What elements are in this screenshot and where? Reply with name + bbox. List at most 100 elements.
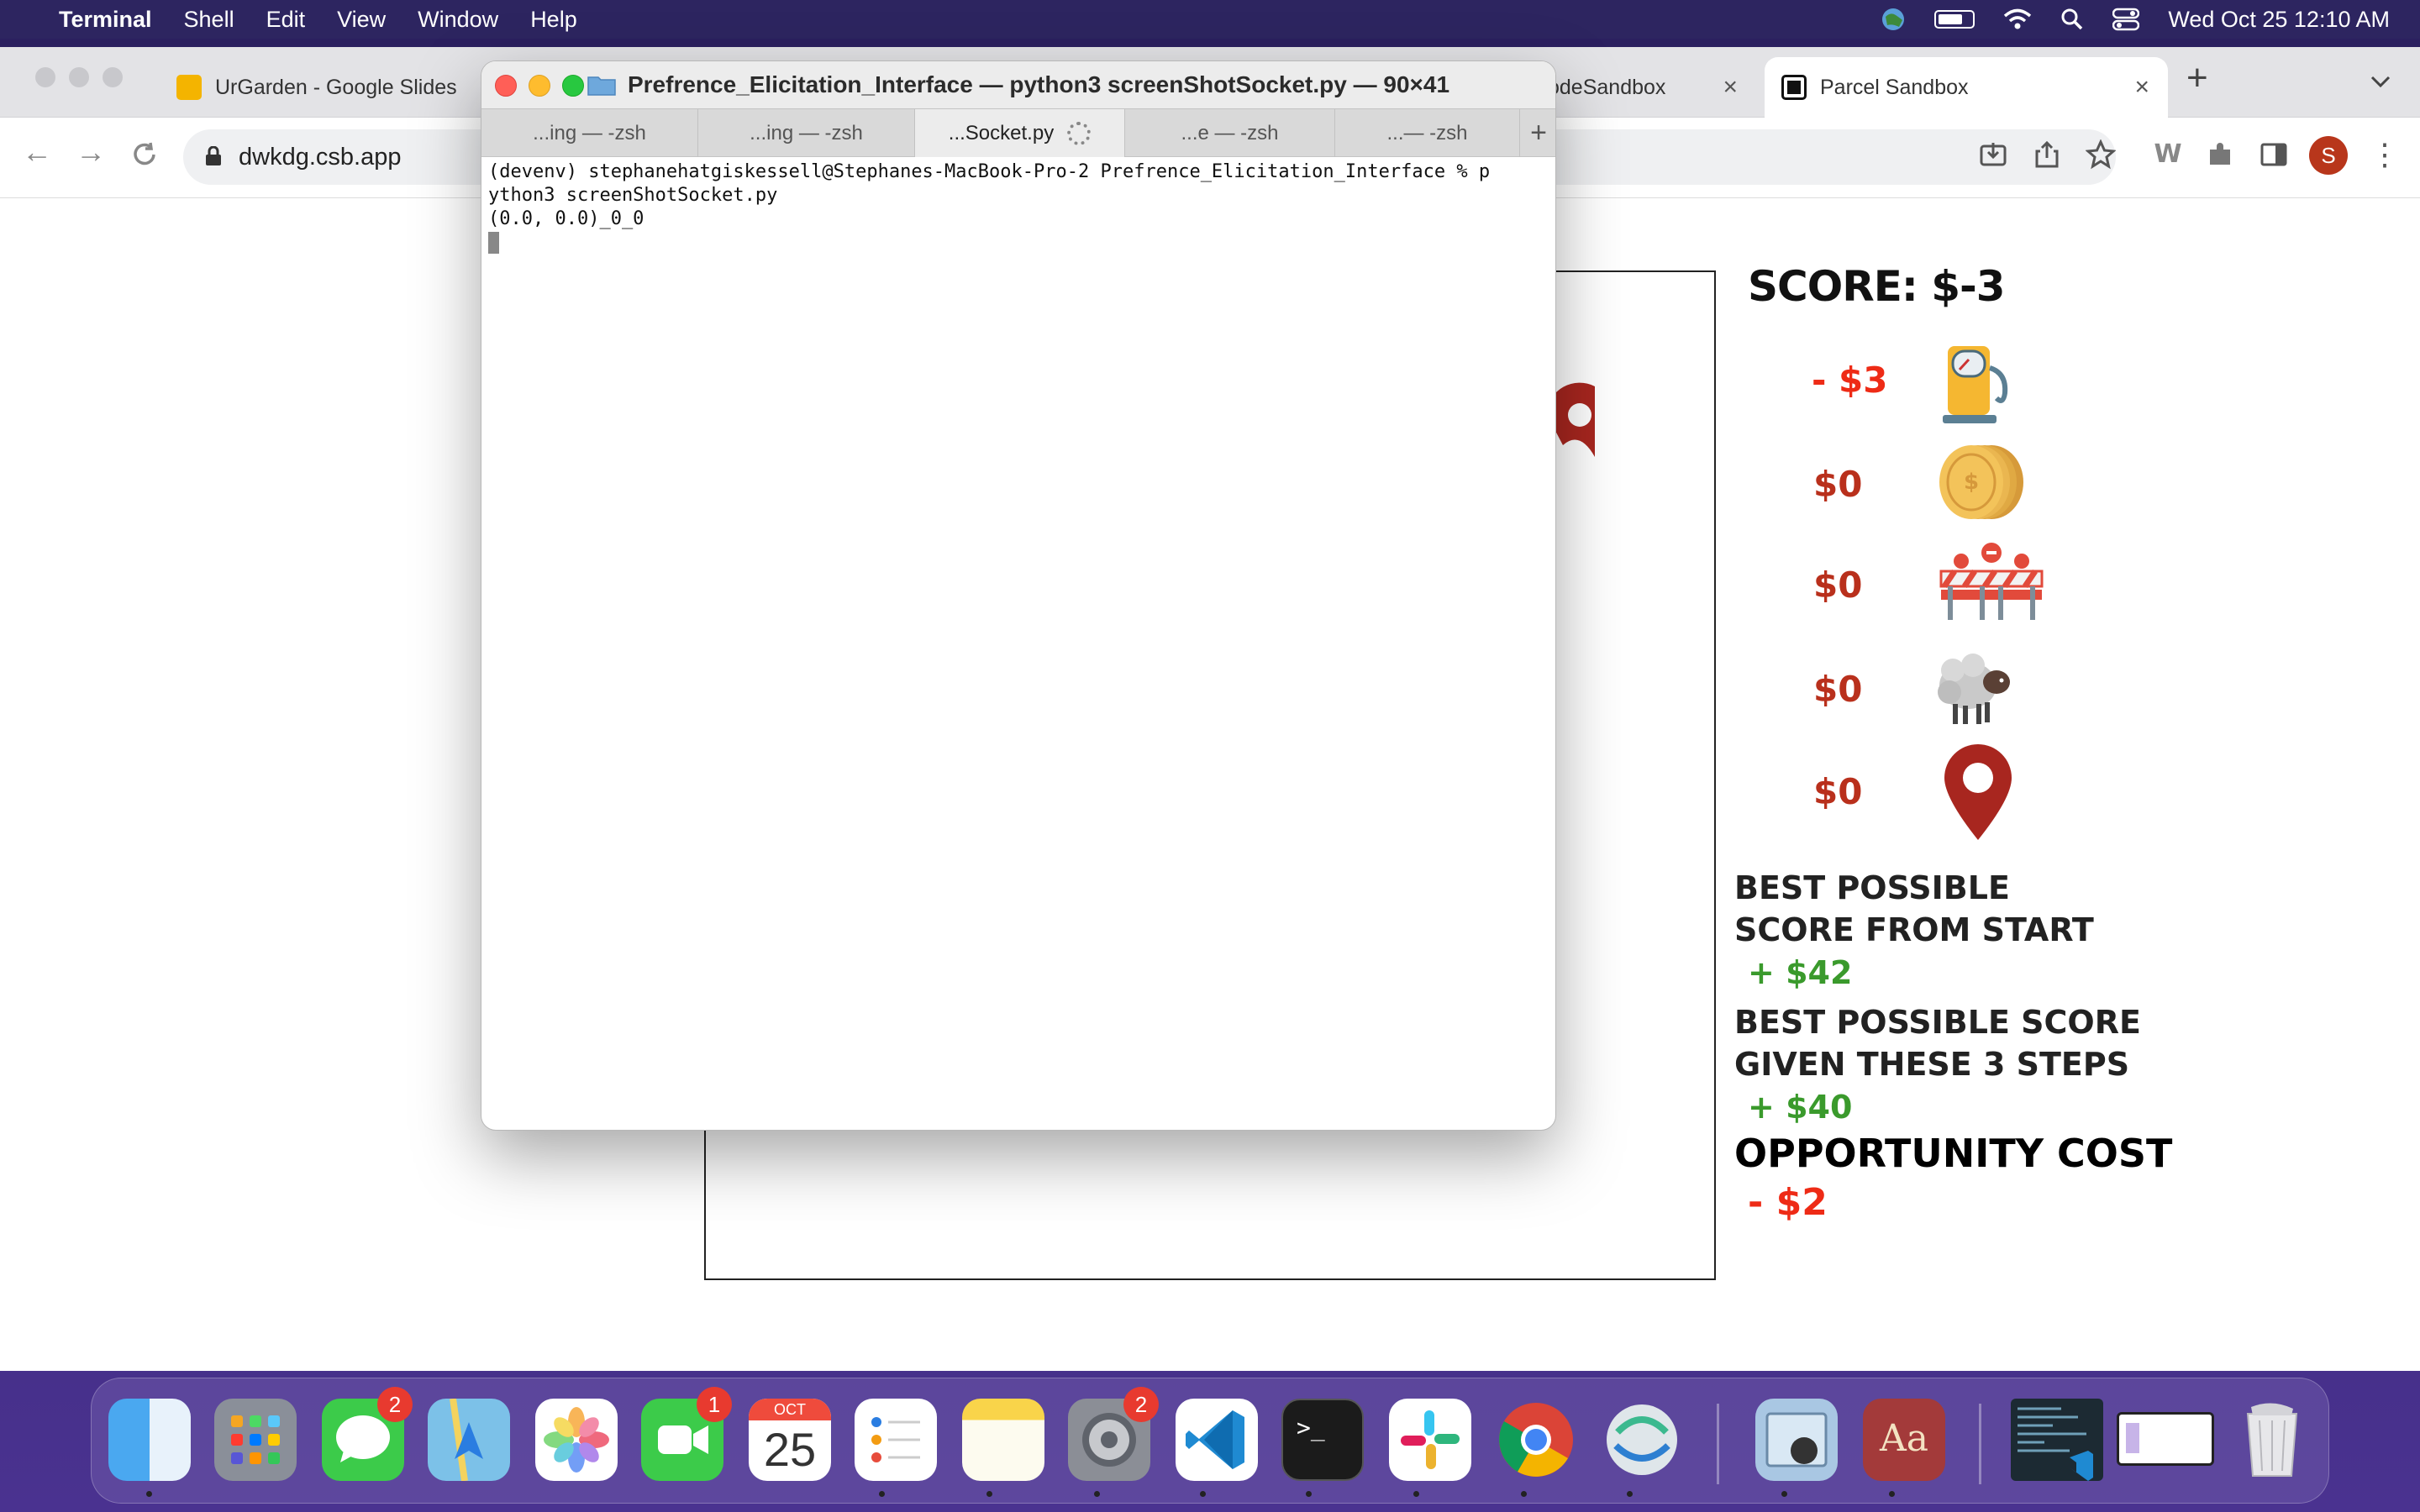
- reload-icon[interactable]: [131, 141, 158, 168]
- url-text[interactable]: dwkdg.csb.app: [239, 144, 401, 171]
- terminal-tab-2[interactable]: ...ing — -zsh: [698, 109, 915, 157]
- share-icon[interactable]: [2032, 139, 2062, 170]
- cost-value: $0: [1813, 771, 1863, 812]
- sheep-icon: [1938, 654, 2010, 724]
- profile-avatar[interactable]: S: [2309, 136, 2348, 175]
- more-menu-icon[interactable]: ⋮: [2370, 139, 2400, 170]
- browser-tab-label: UrGarden - Google Slides: [215, 75, 457, 99]
- window-zoom-button[interactable]: [103, 67, 123, 87]
- terminal-titlebar[interactable]: Prefrence_Elicitation_Interface — python…: [481, 61, 1555, 108]
- menu-view[interactable]: View: [337, 7, 386, 33]
- system-settings-icon[interactable]: 2: [1068, 1387, 1159, 1481]
- trash-icon[interactable]: [2231, 1399, 2313, 1481]
- terminal-tab-1[interactable]: ...ing — -zsh: [481, 109, 698, 157]
- facetime-badge: 1: [697, 1387, 732, 1422]
- cost-row-coins: $0 $: [1739, 440, 2176, 541]
- search-icon[interactable]: [2060, 8, 2084, 31]
- terminal-minimize-button[interactable]: [529, 75, 550, 97]
- calendar-icon[interactable]: OCT 25: [749, 1399, 831, 1481]
- wifi-icon[interactable]: [2003, 8, 2032, 30]
- reminders-icon[interactable]: [855, 1399, 937, 1481]
- terminal-tab-5[interactable]: ...— -zsh: [1335, 109, 1520, 157]
- close-tab-icon[interactable]: ×: [1723, 73, 1738, 102]
- terminal-title-text: Prefrence_Elicitation_Interface — python…: [627, 71, 1450, 97]
- minimized-window[interactable]: [2117, 1412, 2214, 1466]
- new-terminal-tab-button[interactable]: +: [1520, 109, 1555, 157]
- minimized-vscode-window[interactable]: [2011, 1399, 2103, 1481]
- opportunity-cost-label: OPPORTUNITY COST: [1734, 1131, 2173, 1176]
- location-pin-icon: [1944, 744, 2012, 840]
- close-tab-icon[interactable]: ×: [2134, 73, 2149, 102]
- cost-row-destination: $0: [1739, 744, 2176, 858]
- dictionary-icon[interactable]: Aa: [1863, 1399, 1945, 1481]
- terminal-tab-3[interactable]: ...Socket.py: [915, 109, 1125, 157]
- settings-badge: 2: [1123, 1387, 1159, 1422]
- extension-w-icon[interactable]: W: [2153, 139, 2183, 170]
- coins-icon: $: [1939, 445, 2023, 519]
- finder-icon[interactable]: [108, 1399, 191, 1481]
- best-given-steps-label-2: GIVEN THESE 3 STEPS: [1734, 1046, 2130, 1083]
- terminal-zoom-button[interactable]: [562, 75, 584, 97]
- control-center-icon[interactable]: [2112, 8, 2140, 31]
- calendar-day: 25: [763, 1423, 817, 1476]
- launchpad-icon[interactable]: [214, 1399, 297, 1481]
- browser-tab-slides[interactable]: UrGarden - Google Slides: [160, 57, 479, 118]
- notes-icon[interactable]: [962, 1399, 1044, 1481]
- chrome-icon[interactable]: [1495, 1399, 1577, 1481]
- browser-tab-parcel[interactable]: Parcel Sandbox ×: [1765, 57, 2168, 118]
- menu-shell[interactable]: Shell: [184, 7, 234, 33]
- terminal-close-button[interactable]: [495, 75, 517, 97]
- menu-help[interactable]: Help: [530, 7, 577, 33]
- slack-icon[interactable]: [1389, 1399, 1471, 1481]
- terminal-app-icon[interactable]: >_: [1281, 1399, 1364, 1481]
- menubar-clock[interactable]: Wed Oct 25 12:10 AM: [2168, 7, 2390, 33]
- best-given-steps-value: + $40: [1748, 1089, 1853, 1126]
- back-icon[interactable]: ←: [22, 134, 52, 170]
- terminal-line: ython3 screenShotSocket.py: [488, 185, 778, 206]
- lock-icon[interactable]: [205, 146, 222, 166]
- install-app-icon[interactable]: [1978, 139, 2008, 170]
- terminal-tabbar: ...ing — -zsh ...ing — -zsh ...Socket.py…: [481, 108, 1555, 157]
- opportunity-cost-value: - $2: [1748, 1181, 1828, 1224]
- window-minimize-button[interactable]: [69, 67, 89, 87]
- browser-tab-codesandbox[interactable]: odeSandbox ×: [1529, 57, 1756, 118]
- side-panel-icon[interactable]: [2259, 139, 2289, 170]
- cost-value: $0: [1813, 564, 1863, 606]
- cost-row-sheep: $0: [1739, 645, 2176, 746]
- google-slides-icon: [176, 75, 202, 100]
- calendar-month: OCT: [749, 1399, 831, 1420]
- vpn-app-icon[interactable]: [1601, 1399, 1683, 1481]
- menu-app-terminal[interactable]: Terminal: [59, 7, 152, 33]
- messages-icon[interactable]: 2: [322, 1387, 413, 1481]
- terminal-cursor: [488, 232, 499, 254]
- bookmark-star-icon[interactable]: [2086, 139, 2116, 170]
- tab-search-chevron-icon[interactable]: [2370, 74, 2391, 89]
- terminal-output[interactable]: (devenv) stephanehatgiskessell@Stephanes…: [488, 160, 1550, 1126]
- menu-bar: Terminal Shell Edit View Window Help Wed…: [0, 0, 2420, 39]
- cost-value: $0: [1813, 669, 1863, 710]
- vscode-icon[interactable]: [1176, 1399, 1258, 1481]
- loading-spinner-icon: [1067, 121, 1092, 145]
- cost-value: $0: [1813, 464, 1863, 505]
- facetime-icon[interactable]: 1: [641, 1387, 732, 1481]
- terminal-line: (0.0, 0.0)_0_0: [488, 208, 644, 229]
- photos-icon[interactable]: [535, 1399, 618, 1481]
- forward-icon[interactable]: →: [76, 134, 106, 170]
- menu-edit[interactable]: Edit: [266, 7, 306, 33]
- roadblock-icon: [1939, 543, 2044, 620]
- battery-icon[interactable]: [1934, 10, 1975, 29]
- cost-row-gas: - $3: [1739, 343, 2176, 444]
- terminal-tab-4[interactable]: ...e — -zsh: [1125, 109, 1335, 157]
- dock-separator: [1979, 1404, 1981, 1484]
- extensions-puzzle-icon[interactable]: [2205, 139, 2235, 170]
- terminal-window[interactable]: Prefrence_Elicitation_Interface — python…: [481, 60, 1556, 1131]
- maps-icon[interactable]: [428, 1398, 510, 1482]
- preview-icon[interactable]: [1755, 1399, 1838, 1481]
- dock-separator: [1717, 1404, 1719, 1484]
- new-tab-icon[interactable]: +: [2186, 57, 2208, 99]
- vpn-globe-icon[interactable]: [1881, 7, 1906, 32]
- menu-window[interactable]: Window: [418, 7, 498, 33]
- best-from-start-label-2: SCORE FROM START: [1734, 911, 2094, 948]
- window-close-button[interactable]: [35, 67, 55, 87]
- browser-tab-label: Parcel Sandbox: [1820, 75, 1969, 99]
